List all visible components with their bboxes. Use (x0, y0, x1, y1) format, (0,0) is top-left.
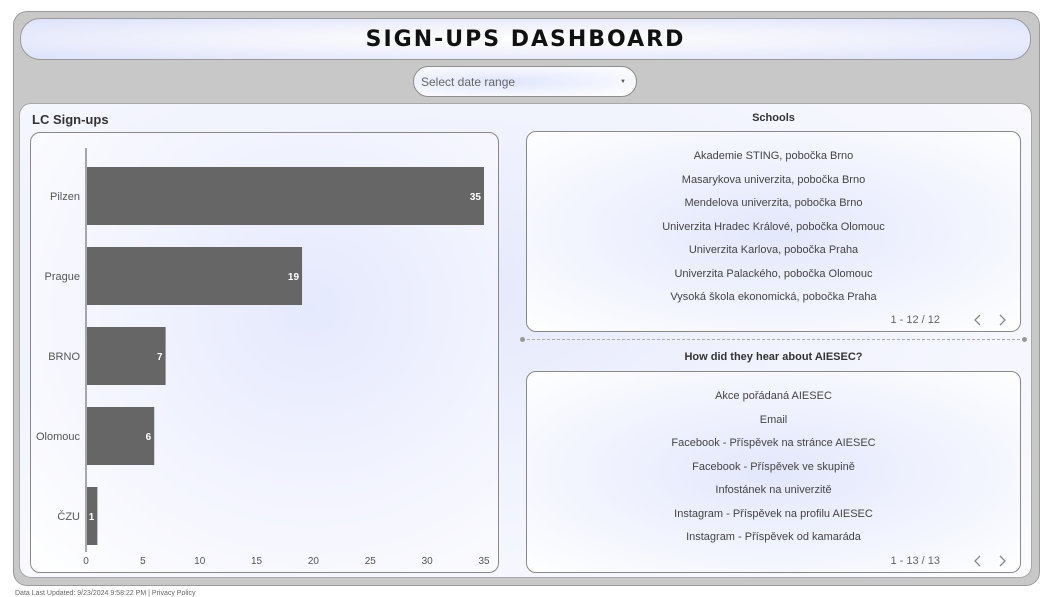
x-tick-label: 25 (365, 556, 377, 567)
x-tick-label: 20 (308, 556, 320, 567)
list-item[interactable]: Infostánek na univerzitě (527, 482, 1020, 506)
data-label: 1 (89, 512, 95, 523)
x-tick-label: 15 (251, 556, 263, 567)
footer-separator: | (148, 590, 150, 597)
schools-table: Akademie STING, pobočka Brno Masarykova u… (526, 131, 1021, 332)
list-item[interactable]: Facebook - Příspěvek ve skupině (527, 459, 1020, 483)
hear-table: Akce pořádaná AIESEC Email Facebook - Přís… (526, 371, 1021, 573)
schools-pagination: 1 - 12 / 12 (890, 313, 1010, 327)
page-title: SIGN-UPS DASHBOARD (365, 26, 686, 52)
chart-bar (87, 327, 166, 385)
list-item[interactable]: Univerzita Karlova, pobočka Praha (527, 242, 1020, 266)
y-tick-label: ČZU (57, 510, 80, 523)
data-label: 19 (288, 272, 300, 283)
hear-page-info: 1 - 13 / 13 (890, 555, 940, 567)
data-label: 7 (157, 352, 163, 363)
lc-signups-title: LC Sign-ups (32, 112, 109, 127)
x-tick-label: 0 (83, 556, 89, 567)
hear-title: How did they hear about AIESEC? (684, 351, 863, 363)
schools-next-page-button[interactable] (996, 313, 1010, 327)
section-divider (520, 337, 1027, 342)
schools-page-info: 1 - 12 / 12 (890, 314, 940, 326)
x-tick-label: 35 (478, 556, 490, 567)
date-range-placeholder: Select date range (421, 74, 516, 89)
lc-signups-chart: Pilzen 35Prague 19BRNO 7Olomouc 6ČZU 10 5 10 15 2… (36, 148, 490, 567)
hear-pagination: 1 - 13 / 13 (890, 554, 1010, 568)
list-item[interactable]: Akademie STING, pobočka Brno (527, 148, 1020, 172)
hear-next-page-button[interactable] (996, 554, 1010, 568)
data-label: 35 (470, 192, 482, 203)
x-tick-label: 30 (422, 556, 434, 567)
hear-prev-page-button[interactable] (970, 554, 984, 568)
chevron-left-icon (974, 555, 981, 567)
chevron-right-icon (999, 314, 1006, 326)
list-item[interactable]: Univerzita Palackého, pobočka Olomouc (527, 266, 1020, 290)
y-tick-label: BRNO (48, 351, 80, 363)
dashboard-header: SIGN-UPS DASHBOARD (20, 18, 1031, 60)
footer: Data Last Updated: 9/23/2024 9:58:22 PM … (15, 590, 195, 597)
list-item[interactable]: Instagram - Příspěvek na profilu AIESEC (527, 506, 1020, 530)
caret-down-icon: ▼ (620, 78, 626, 85)
schools-prev-page-button[interactable] (970, 313, 984, 327)
list-item[interactable]: Masarykova univerzita, pobočka Brno (527, 172, 1020, 196)
privacy-policy-link[interactable]: Privacy Policy (152, 590, 196, 597)
chart-bar (87, 167, 484, 225)
y-tick-label: Prague (45, 271, 80, 283)
data-label: 6 (146, 432, 152, 443)
list-item[interactable]: Email (527, 412, 1020, 436)
y-tick-label: Olomouc (36, 431, 81, 443)
list-item[interactable]: Instagram - Příspěvek od kamaráda (527, 529, 1020, 553)
chevron-left-icon (974, 314, 981, 326)
chevron-right-icon (999, 555, 1006, 567)
x-tick-label: 10 (194, 556, 206, 567)
hear-list: Akce pořádaná AIESEC Email Facebook - Přís… (527, 388, 1020, 553)
schools-list: Akademie STING, pobočka Brno Masarykova u… (527, 148, 1020, 313)
date-range-selector[interactable]: Select date range ▼ (413, 66, 637, 97)
list-item[interactable]: Vysoká škola ekonomická, pobočka Praha (527, 289, 1020, 313)
schools-title: Schools (752, 112, 795, 124)
chart-bar (87, 247, 303, 305)
x-tick-label: 5 (140, 556, 146, 567)
list-item[interactable]: Univerzita Hradec Králové, pobočka Olomo… (527, 219, 1020, 243)
list-item[interactable]: Akce pořádaná AIESEC (527, 388, 1020, 412)
list-item[interactable]: Mendelova univerzita, pobočka Brno (527, 195, 1020, 219)
chart-bar (87, 407, 155, 465)
last-updated-text: Data Last Updated: 9/23/2024 9:58:22 PM (15, 590, 147, 597)
y-tick-label: Pilzen (50, 191, 80, 203)
list-item[interactable]: Facebook - Příspěvek na stránce AIESEC (527, 435, 1020, 459)
